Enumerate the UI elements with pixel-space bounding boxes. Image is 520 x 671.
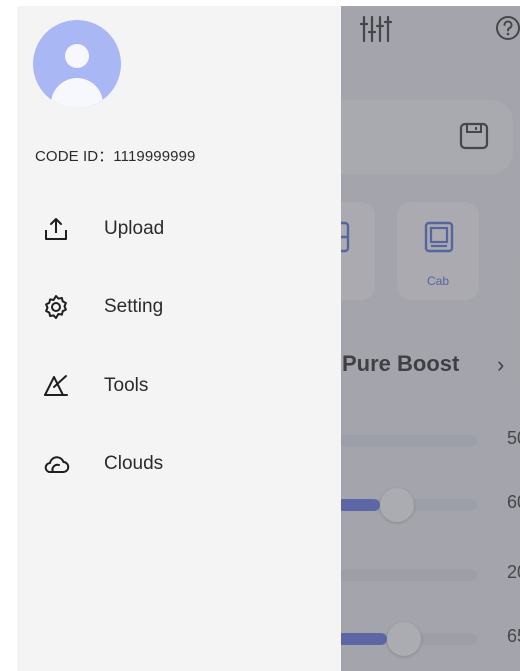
- side-drawer: CODE ID：1119999999 Upload Setting Tools …: [17, 6, 341, 671]
- avatar-body: [51, 78, 103, 108]
- menu-item-label: Upload: [104, 218, 165, 239]
- menu-item-label: Setting: [104, 296, 164, 317]
- code-id-label: CODE ID：1119999999: [35, 148, 196, 165]
- cloud-icon: [44, 456, 70, 473]
- upload-icon: [45, 218, 67, 240]
- menu-item-setting[interactable]: Setting: [17, 279, 341, 335]
- menu-item-label: Clouds: [104, 453, 164, 474]
- gear-icon: [45, 295, 67, 319]
- tools-icon: [44, 375, 68, 396]
- avatar-head: [65, 44, 89, 68]
- menu-item-clouds[interactable]: Clouds: [17, 436, 341, 492]
- menu-item-upload[interactable]: Upload: [17, 201, 341, 257]
- menu-item-label: Tools: [104, 375, 149, 396]
- menu-item-tools[interactable]: Tools: [17, 358, 341, 414]
- avatar[interactable]: [33, 20, 121, 108]
